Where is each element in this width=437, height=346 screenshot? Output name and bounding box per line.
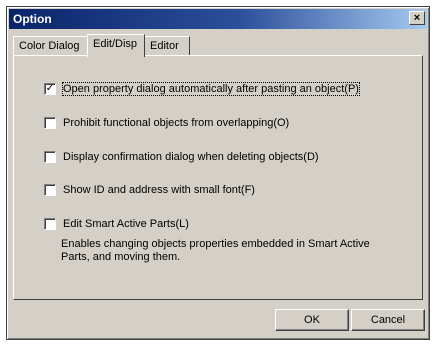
tab-panel-edit-disp: ✓ Open property dialog automatically aft…	[13, 55, 423, 300]
window-title: Option	[13, 12, 52, 26]
checkbox-small-font[interactable]	[44, 184, 56, 196]
close-icon: ×	[413, 12, 421, 24]
ok-button[interactable]: OK	[275, 309, 349, 331]
tab-edit-disp[interactable]: Edit/Disp	[87, 34, 145, 57]
checkbox-edit-smart-active-parts[interactable]	[44, 218, 56, 230]
option-label[interactable]: Edit Smart Active Parts(L)	[63, 218, 189, 230]
option-label[interactable]: Display confirmation dialog when deletin…	[63, 151, 319, 163]
option-label[interactable]: Prohibit functional objects from overlap…	[63, 117, 289, 129]
check-icon: ✓	[45, 83, 55, 94]
checkbox-prohibit-overlapping[interactable]	[44, 117, 56, 129]
tab-color-dialog[interactable]: Color Dialog	[13, 36, 88, 55]
checkbox-confirm-delete[interactable]	[44, 151, 56, 163]
option-dialog: Option × Color Dialog Edit/Disp Editor ✓…	[6, 6, 430, 340]
smart-active-parts-description: Enables changing objects properties embe…	[61, 238, 370, 263]
tab-editor[interactable]: Editor	[144, 36, 190, 55]
option-label[interactable]: Show ID and address with small font(F)	[63, 184, 255, 196]
title-bar[interactable]: Option ×	[9, 9, 427, 29]
close-button[interactable]: ×	[409, 11, 425, 25]
cancel-button[interactable]: Cancel	[351, 309, 425, 331]
option-label[interactable]: Open property dialog automatically after…	[62, 82, 360, 96]
checkbox-open-property-dialog[interactable]: ✓	[44, 83, 56, 95]
